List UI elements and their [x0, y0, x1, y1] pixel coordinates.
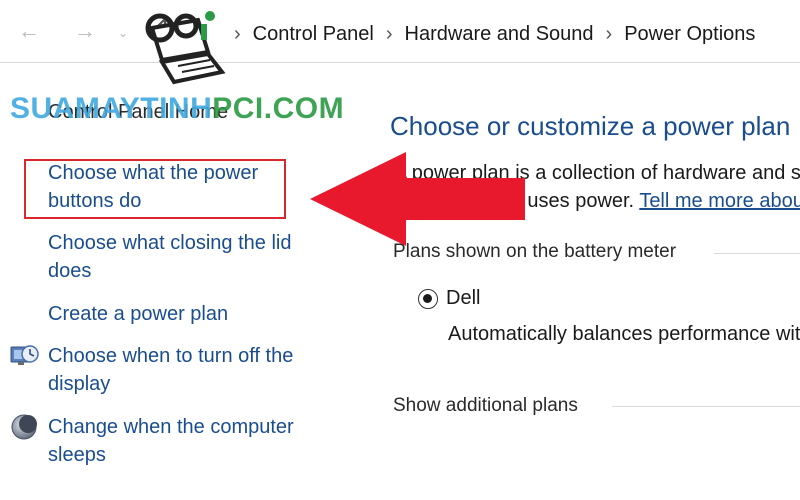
watermark-text: SUAMAYTINHPCI.COM: [10, 92, 344, 126]
tell-me-more-link[interactable]: Tell me more about power plans: [639, 190, 800, 212]
address-bar: ← → ⌄ › Control Panel › Hardware and Sou…: [0, 0, 800, 63]
task-power-buttons[interactable]: Choose what the power buttons do: [48, 159, 318, 215]
watermark-text-part2: PCI.COM: [212, 92, 345, 125]
breadcrumb-power-options[interactable]: Power Options: [624, 23, 755, 46]
breadcrumb-separator: ›: [385, 22, 393, 45]
show-additional-plans-toggle[interactable]: Show additional plans: [393, 395, 578, 417]
task-pane: Control Panel Home Choose what the power…: [0, 63, 340, 500]
breadcrumb-hardware-and-sound[interactable]: Hardware and Sound: [405, 23, 594, 46]
red-pointer-arrow-icon: [310, 152, 525, 246]
display-timer-icon: [10, 345, 39, 365]
plan-name[interactable]: Dell: [446, 287, 480, 310]
breadcrumb-separator: ›: [605, 22, 613, 45]
group-divider: [612, 406, 800, 407]
task-create-power-plan[interactable]: Create a power plan: [48, 300, 318, 328]
group-divider: [714, 253, 800, 254]
task-closing-lid[interactable]: Choose what closing the lid does: [48, 229, 318, 285]
watermark-text-part1: SUAMAYTINH: [10, 92, 213, 125]
forward-arrow-icon[interactable]: →: [74, 16, 96, 46]
recent-locations-icon[interactable]: ⌄: [118, 18, 128, 48]
main-content: Choose or customize a power plan A power…: [388, 63, 800, 500]
breadcrumb-control-panel[interactable]: Control Panel: [253, 23, 374, 46]
plan-description: Automatically balances performance with …: [448, 323, 800, 345]
plan-radio-selected[interactable]: [418, 289, 438, 309]
back-arrow-icon[interactable]: ←: [18, 16, 40, 46]
breadcrumb: › Control Panel › Hardware and Sound › P…: [222, 20, 755, 48]
watermark-laptop-logo-icon: [145, 11, 226, 85]
sleep-moon-icon: [11, 414, 37, 440]
task-turn-off-display[interactable]: Choose when to turn off the display: [48, 342, 318, 398]
task-computer-sleeps[interactable]: Change when the computer sleeps: [48, 413, 318, 469]
page-title: Choose or customize a power plan: [390, 111, 791, 141]
